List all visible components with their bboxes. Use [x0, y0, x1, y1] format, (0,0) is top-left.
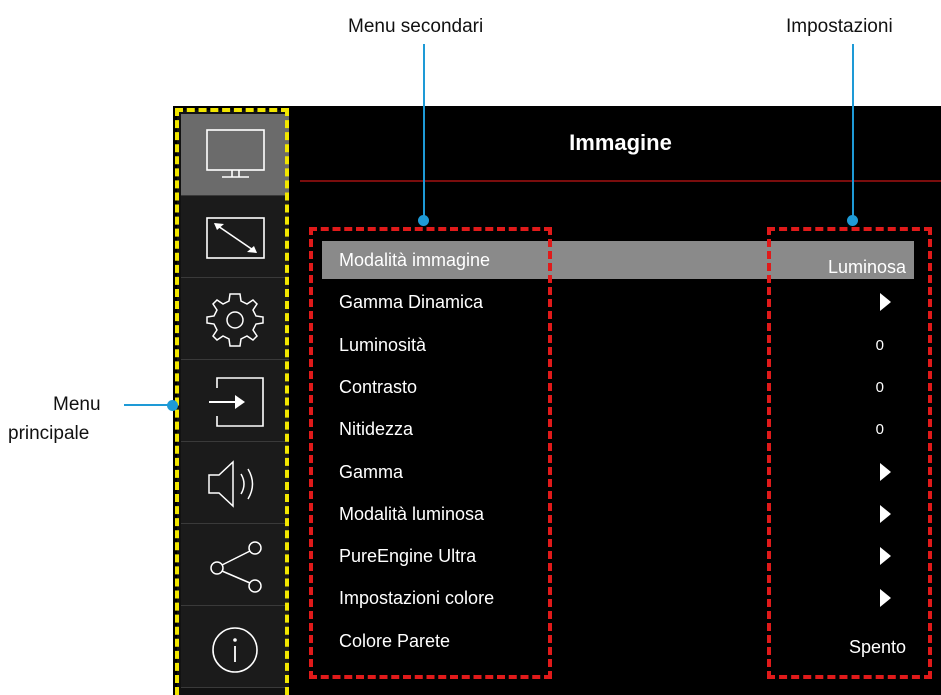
submenu-callout-line — [423, 44, 425, 220]
menu-row-label: Luminosità — [339, 335, 427, 355]
menu-row-value: 0 — [875, 421, 884, 438]
submenu-callout-label: Menu secondari — [348, 16, 484, 37]
menu-row-label: Contrasto — [339, 377, 418, 397]
sidebar-item-info[interactable] — [181, 606, 289, 688]
share-icon — [210, 541, 262, 593]
header-divider — [300, 180, 941, 182]
menu-row-label: Modalità immagine — [339, 250, 491, 270]
menu-row[interactable]: Colore Parete Spento — [322, 622, 914, 660]
menu-row-value: 0 — [875, 337, 884, 354]
menu-row-label: PureEngine Ultra — [339, 546, 477, 566]
chevron-right-icon — [880, 547, 891, 565]
sidebar-item-display[interactable] — [181, 196, 289, 278]
main-menu-callout-dot — [167, 400, 178, 411]
menu-row-label: Colore Parete — [339, 631, 451, 651]
menu-row[interactable]: Gamma Dinamica — [322, 283, 914, 321]
chevron-right-icon — [880, 589, 891, 607]
menu-row-value: Luminosa — [827, 257, 906, 277]
menu-row[interactable]: Modalità immagine Luminosa — [322, 241, 914, 279]
menu-row[interactable]: Impostazioni colore — [322, 579, 914, 617]
menu-row-label: Modalità luminosa — [339, 504, 485, 524]
menu-row-value: Spento — [848, 637, 906, 657]
settings-callout-label: Impostazioni — [786, 16, 893, 37]
menu-row[interactable]: Nitidezza 0 — [322, 410, 914, 448]
sidebar-item-network[interactable] — [181, 524, 289, 606]
chevron-right-icon — [880, 293, 891, 311]
sidebar-item-image[interactable] — [181, 114, 289, 196]
menu-row[interactable]: Gamma — [322, 453, 914, 491]
settings-callout-line — [852, 44, 854, 220]
monitor-icon — [206, 129, 265, 178]
sidebar-item-setup[interactable] — [181, 278, 289, 360]
main-menu-callout-label-line2: principale — [8, 423, 90, 444]
chevron-right-icon — [880, 505, 891, 523]
input-icon — [209, 377, 264, 427]
menu-row-label: Nitidezza — [339, 419, 414, 439]
menu-row[interactable]: PureEngine Ultra — [322, 537, 914, 575]
sidebar-item-audio[interactable] — [181, 442, 289, 524]
main-menu-sidebar — [177, 110, 289, 695]
menu-row-value: 0 — [875, 379, 884, 396]
menu-row-label: Impostazioni colore — [339, 588, 495, 608]
info-icon — [212, 627, 258, 673]
gear-icon — [206, 293, 264, 347]
page-title: Immagine — [569, 130, 672, 155]
settings-callout-dot — [847, 215, 858, 226]
menu-row[interactable]: Luminosità 0 — [322, 326, 914, 364]
speaker-icon — [208, 460, 254, 508]
resize-icon — [206, 217, 265, 259]
sidebar-item-input[interactable] — [181, 360, 289, 442]
main-menu-callout-label-line1: Menu — [53, 394, 101, 415]
main-menu-callout-line — [124, 404, 172, 406]
menu-row-label: Gamma — [339, 462, 404, 482]
menu-row[interactable]: Modalità luminosa — [322, 495, 914, 533]
menu-row-label: Gamma Dinamica — [339, 292, 484, 312]
chevron-right-icon — [880, 463, 891, 481]
submenu-callout-dot — [418, 215, 429, 226]
menu-row[interactable]: Contrasto 0 — [322, 368, 914, 406]
